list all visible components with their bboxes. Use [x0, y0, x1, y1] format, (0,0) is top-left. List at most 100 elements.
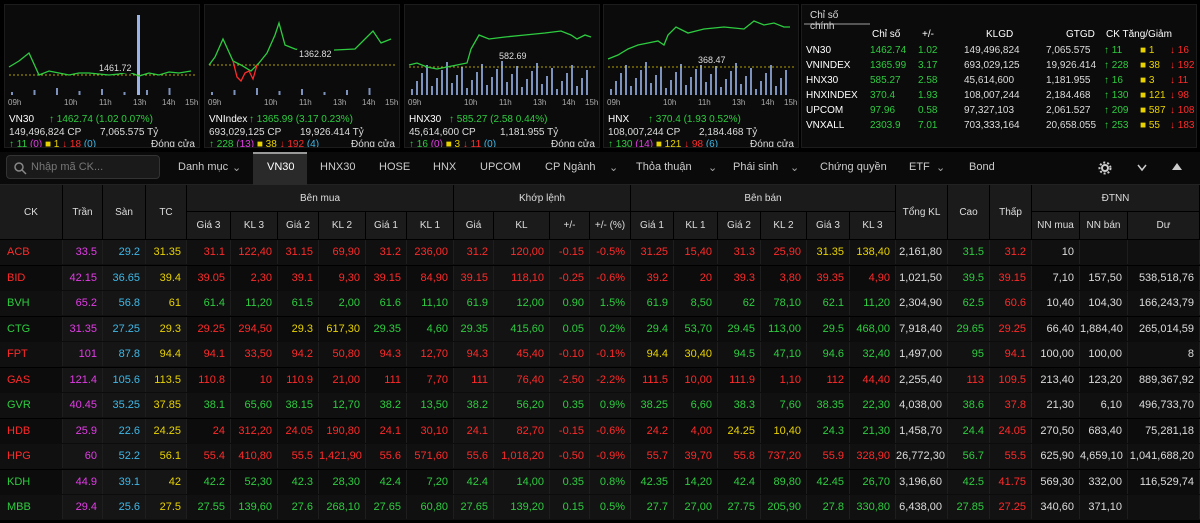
tab-hnx30[interactable]: HNX30	[320, 161, 355, 173]
mini-chart-plot	[8, 15, 197, 95]
index-name: HNX	[608, 114, 630, 125]
index-row[interactable]: HNX30 585.27 2.58 45,614,600 1,181.955 ↑…	[802, 75, 1198, 90]
mini-chart-vn30[interactable]: 1461.72 09h 10h 11h 13h 14h 15h VN30 ↑ 1462.74 …	[4, 4, 200, 148]
bid-price-3: 31.1	[187, 240, 231, 264]
chevron-down-icon[interactable]: ⌄	[790, 161, 799, 174]
ask-price-3: 94.6	[807, 342, 850, 366]
ask-vol-1: 14,20	[674, 470, 718, 494]
match-price: 42.4	[454, 470, 494, 494]
header-low: Thấp	[990, 185, 1032, 240]
match-volume: 139,20	[494, 495, 550, 519]
chevron-down-icon[interactable]: ⌄	[708, 161, 717, 174]
index-row[interactable]: UPCOM 97.96 0.58 97,327,103 2,061.527 ↑ …	[802, 105, 1198, 120]
table-row[interactable]: ACB 33.5 29.2 31.35 31.1 122,40 31.15 69,90 31.2…	[0, 240, 1200, 265]
tab-chung-quyen[interactable]: Chứng quyền	[820, 161, 887, 173]
index-row[interactable]: HNXINDEX 370.4 1.93 108,007,244 2,184.46…	[802, 90, 1198, 105]
index-row[interactable]: VN30 1462.74 1.02 149,496,824 7,065.575 …	[802, 45, 1198, 60]
table-row[interactable]: BVH 65.2 56.8 61 61.4 11,20 61.5 2,00 61.6 11,10 6…	[0, 291, 1200, 316]
table-row[interactable]: HDB 25.9 22.6 24.25 24 312,20 24.05 190,80 24.1 3…	[0, 419, 1200, 444]
ticker[interactable]: GVR	[0, 393, 63, 417]
index-volume: 45,614,600 CP	[409, 127, 476, 138]
index-row-gtgd: 1,181.955	[1046, 75, 1091, 86]
match-change: 0.35	[550, 393, 590, 417]
close-value-label: 582.69	[497, 51, 529, 61]
ticker[interactable]: HPG	[0, 444, 63, 468]
chevron-down-icon[interactable]: ⌄	[609, 161, 618, 174]
ticker[interactable]: KDH	[0, 470, 63, 494]
table-row[interactable]: MBB 29.4 25.6 27.5 27.55 139,60 27.6 268,10 27.6…	[0, 495, 1200, 520]
index-row-value: 1462.74	[870, 45, 907, 56]
bid-vol-3: 10	[231, 368, 278, 392]
volume-bar	[491, 77, 493, 95]
index-row[interactable]: VNXALL 2303.9 7.01 703,333,164 20,658.05…	[802, 120, 1198, 135]
tab-upcom[interactable]: UPCOM	[480, 161, 521, 173]
ask-price-3: 62.1	[807, 291, 850, 315]
ticker[interactable]: MBB	[0, 495, 63, 519]
breadth-down: ↓ 11	[462, 139, 482, 148]
total-volume: 2,161,80	[896, 240, 948, 264]
bid-vol-2: 617,30	[319, 317, 366, 341]
tab-main-indices[interactable]: Chỉ số chính	[804, 7, 870, 32]
price-line	[607, 20, 790, 60]
ticker[interactable]: HDB	[0, 419, 63, 443]
breadth-ceil: (0)	[29, 139, 43, 148]
ref-price: 31.35	[146, 240, 187, 264]
chevron-down-icon[interactable]: ⌄	[232, 161, 241, 174]
chevron-down-icon[interactable]: ⌄	[936, 161, 945, 174]
arrow-up-icon[interactable]	[1170, 161, 1184, 175]
tab-vn30[interactable]: VN30	[267, 161, 295, 173]
volume-bar	[531, 71, 533, 95]
time-tick: 15h	[585, 98, 599, 107]
table-row[interactable]: CTG 31.35 27.25 29.3 29.25 294,50 29.3 617,30 29…	[0, 317, 1200, 342]
mini-chart-hnx30[interactable]: 582.69 09h 10h 11h 13h 14h 15h HNX30 ↑ 585.27 (…	[404, 4, 600, 148]
time-tick: 10h	[663, 98, 677, 107]
index-row-change: 0.58	[918, 105, 938, 116]
foreign-sell	[1080, 240, 1128, 264]
search-box[interactable]	[6, 155, 160, 179]
ticker[interactable]: BID	[0, 266, 63, 290]
index-row-klgd: 45,614,600	[964, 75, 1015, 86]
ask-price-1: 27.7	[631, 495, 674, 519]
ticker[interactable]: CTG	[0, 317, 63, 341]
index-row-up: ↑ 11	[1104, 45, 1123, 56]
foreign-room: 496,733,70	[1128, 393, 1200, 417]
tab-hnx[interactable]: HNX	[433, 161, 456, 173]
match-change: -0.50	[550, 444, 590, 468]
match-change-pct: 0.2%	[590, 317, 631, 341]
high-price: 29.65	[948, 317, 990, 341]
ticker[interactable]: GAS	[0, 368, 63, 392]
header-up-down: CK Tăng/Giảm	[1106, 29, 1172, 40]
gear-icon[interactable]	[1098, 161, 1112, 175]
tab-bond[interactable]: Bond	[969, 161, 995, 173]
tab-watchlist[interactable]: Danh mục	[178, 161, 228, 173]
ask-vol-2: 10,40	[761, 419, 807, 443]
chevron-down-icon[interactable]	[1136, 161, 1148, 175]
mini-chart-vnindex[interactable]: 1362.82 09h 10h 11h 13h 14h 15h VNIndex ↑ 1365.…	[204, 4, 400, 148]
bid-vol-3: 139,60	[231, 495, 278, 519]
volume-bar	[755, 89, 757, 95]
high-price: 113	[948, 368, 990, 392]
table-row[interactable]: KDH 44.9 39.1 42 42.2 52,30 42.3 28,30 42.4 7,20 4…	[0, 470, 1200, 495]
table-row[interactable]: GVR 40.45 35.25 37.85 38.1 65,60 38.15 12,70 38.…	[0, 393, 1200, 418]
table-row[interactable]: GAS 121.4 105.6 113.5 110.8 10 110.9 21,00 111 7,…	[0, 368, 1200, 393]
tab-hose[interactable]: HOSE	[379, 161, 410, 173]
ticker[interactable]: FPT	[0, 342, 63, 366]
table-row[interactable]: FPT 101 87.8 94.4 94.1 33,50 94.2 50,80 94.3 12,7…	[0, 342, 1200, 367]
ask-price-1: 55.7	[631, 444, 674, 468]
index-row[interactable]: VNINDEX 1365.99 3.17 693,029,125 19,926.…	[802, 60, 1198, 75]
search-input[interactable]	[31, 159, 157, 175]
tab-phai-sinh[interactable]: Phái sinh	[733, 161, 778, 173]
table-row[interactable]: BID 42.15 36.65 39.4 39.05 2,30 39.1 9,30 39.15 8…	[0, 266, 1200, 291]
volume-bar	[323, 92, 326, 95]
breadth-ref: ■ 38	[256, 139, 277, 148]
ticker[interactable]: ACB	[0, 240, 63, 264]
volume-bar	[496, 69, 498, 95]
table-row[interactable]: HPG 60 52.2 56.1 55.4 410,80 55.5 1,421,90 55.6 5…	[0, 444, 1200, 469]
tab-thoa-thuan[interactable]: Thỏa thuận	[636, 161, 692, 173]
mini-chart-hnx[interactable]: 368.47 09h 10h 11h 13h 14h 15h HNX ↑ 370.4 (1.9…	[603, 4, 799, 148]
tab-etf[interactable]: ETF	[909, 161, 930, 173]
ticker[interactable]: BVH	[0, 291, 63, 315]
index-price: 1365.99	[256, 114, 293, 125]
low-price: 24.05	[990, 419, 1032, 443]
tab-cp-nganh[interactable]: CP Ngành	[545, 161, 596, 173]
